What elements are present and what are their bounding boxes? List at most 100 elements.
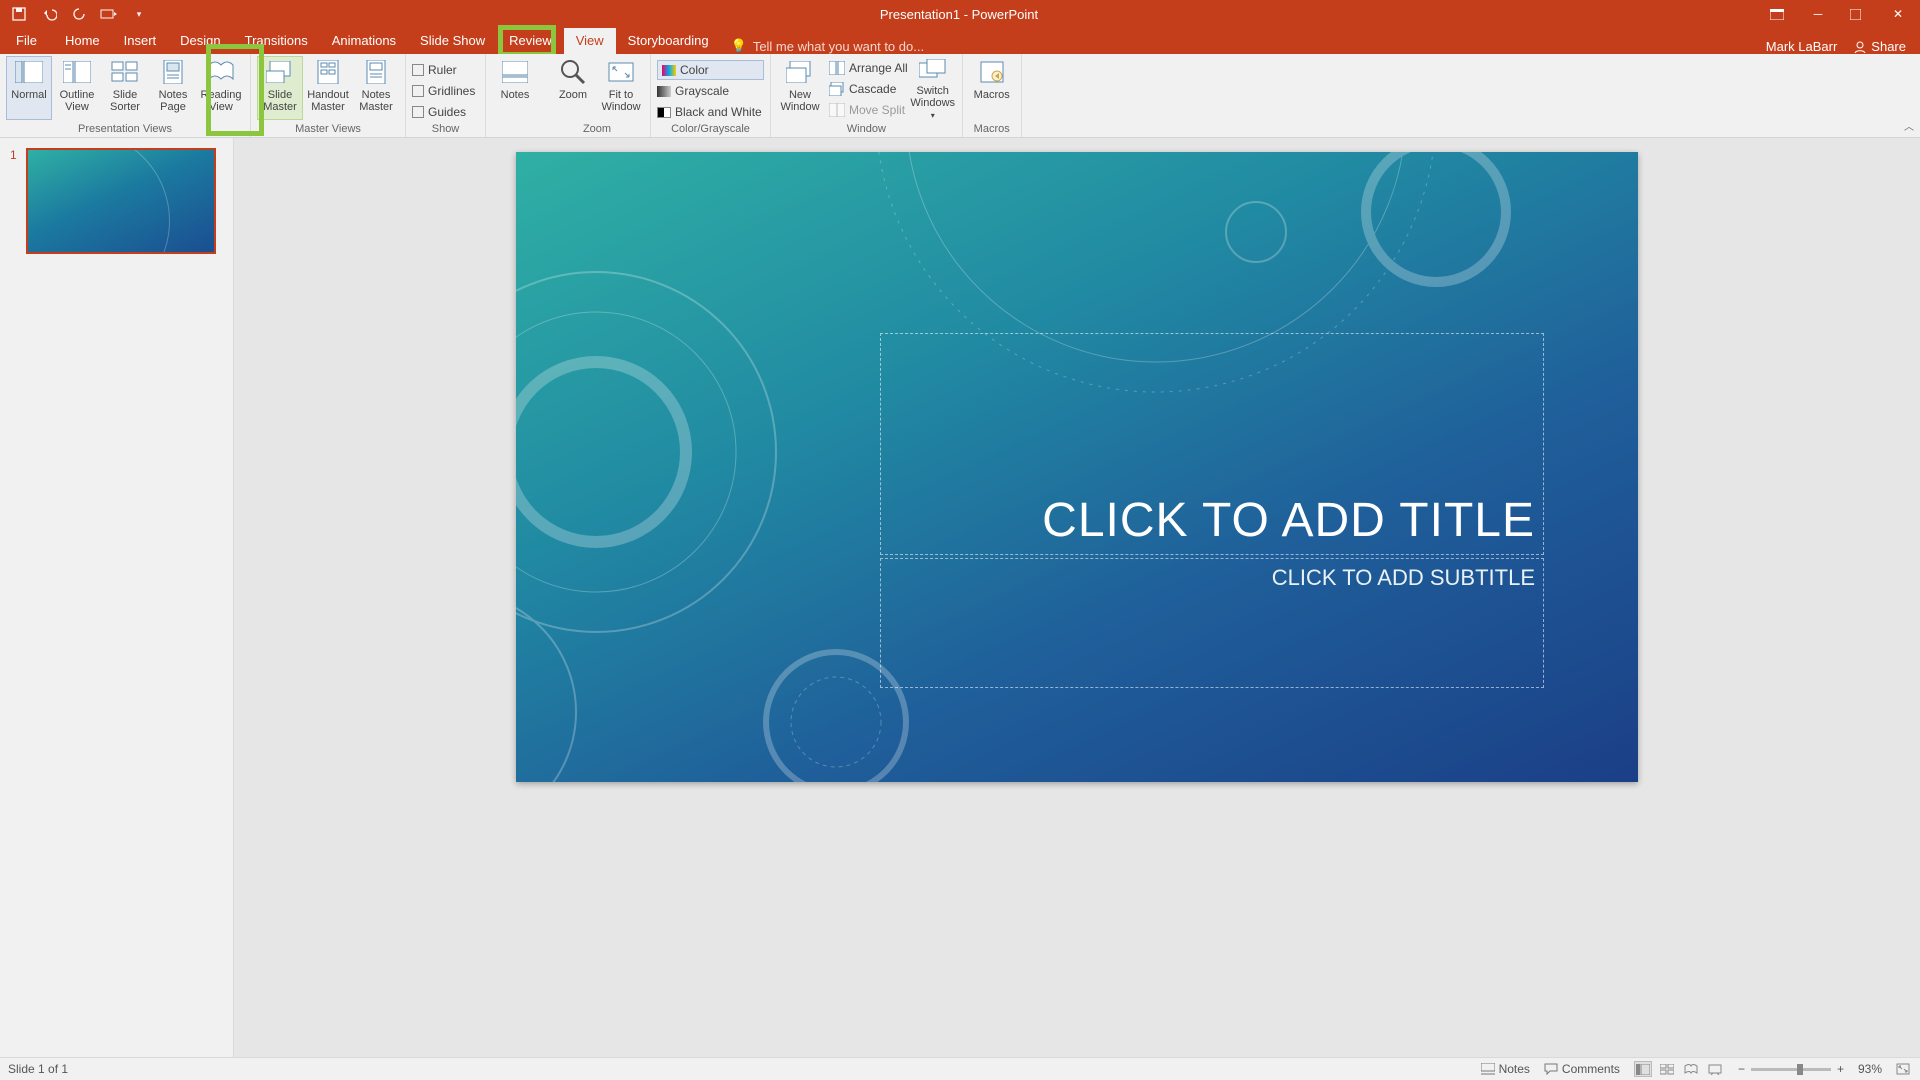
ruler-checkbox[interactable]: Ruler [412,60,479,80]
workspace: 1 CLICK TO ADD TITLE CLICK TO ADD SU [0,138,1920,1057]
fit-to-window-status-button[interactable] [1896,1063,1910,1075]
ruler-label: Ruler [428,63,457,77]
tab-review[interactable]: Review [497,28,564,54]
zoom-percent[interactable]: 93% [1858,1062,1882,1076]
tell-me-placeholder: Tell me what you want to do... [753,39,924,54]
collapse-ribbon-icon[interactable]: ︿ [1904,118,1914,133]
group-label-master-views: Master Views [257,123,399,137]
share-button[interactable]: Share [1853,39,1906,54]
reading-view-button[interactable]: Reading View [198,56,244,120]
tab-file[interactable]: File [0,28,53,54]
tab-view[interactable]: View [564,28,616,54]
subtitle-placeholder-text: CLICK TO ADD SUBTITLE [1272,565,1535,591]
slide-thumbnail-1[interactable]: 1 [10,148,223,254]
grayscale-swatch-icon [657,86,671,97]
macros-label: Macros [974,89,1010,101]
handout-master-button[interactable]: Handout Master [305,56,351,120]
tab-home[interactable]: Home [53,28,112,54]
notes-master-icon [361,59,391,85]
notes-toggle[interactable]: Notes [1481,1062,1530,1076]
arrange-all-button[interactable]: Arrange All [829,58,908,78]
fit-to-window-icon [606,59,636,85]
quick-access-toolbar: ▾ [0,5,148,23]
minimize-icon[interactable]: ─ [1810,7,1826,21]
slide-master-button[interactable]: Slide Master [257,56,303,120]
tab-transitions[interactable]: Transitions [233,28,320,54]
save-icon[interactable] [10,5,28,23]
guides-checkbox[interactable]: Guides [412,102,479,122]
notes-button[interactable]: Notes [492,56,538,120]
title-placeholder[interactable]: CLICK TO ADD TITLE [880,333,1544,555]
group-master-views: Slide Master Handout Master Notes Master… [251,54,406,137]
zoom-handle[interactable] [1797,1064,1803,1075]
user-name[interactable]: Mark LaBarr [1766,39,1838,54]
color-button[interactable]: Color [657,60,764,80]
tell-me[interactable]: 💡 Tell me what you want to do... [731,38,924,54]
undo-icon[interactable] [40,5,58,23]
fit-to-window-button[interactable]: Fit to Window [598,56,644,120]
notes-master-label: Notes Master [354,89,398,113]
gridlines-checkbox[interactable]: Gridlines [412,81,479,101]
bulb-icon: 💡 [731,38,747,54]
slide-master-icon [265,59,295,85]
normal-view-status-button[interactable] [1634,1061,1652,1077]
group-show: Ruler Gridlines Guides Show [406,54,486,137]
switch-windows-label: Switch Windows ▾ [910,85,955,122]
tab-slide-show[interactable]: Slide Show [408,28,497,54]
color-swatch-icon [662,65,676,76]
title-bar: ▾ Presentation1 - PowerPoint ─ ✕ [0,0,1920,28]
tab-insert[interactable]: Insert [112,28,169,54]
ribbon-tabs: File Home Insert Design Transitions Anim… [0,28,1920,54]
grayscale-button[interactable]: Grayscale [657,81,764,101]
start-from-beginning-icon[interactable] [100,5,118,23]
status-bar: Slide 1 of 1 Notes Comments − + 93% [0,1057,1920,1080]
tab-storyboarding[interactable]: Storyboarding [616,28,721,54]
comments-toggle[interactable]: Comments [1544,1062,1620,1076]
tab-design[interactable]: Design [168,28,232,54]
slide-sorter-button[interactable]: Slide Sorter [102,56,148,120]
normal-view-button[interactable]: Normal [6,56,52,120]
slide-sorter-label: Slide Sorter [103,89,147,113]
group-label-show: Show [412,123,479,137]
notes-icon [1481,1063,1495,1075]
maximize-icon[interactable] [1850,9,1866,20]
slideshow-status-button[interactable] [1706,1061,1724,1077]
group-window: New Window Arrange All Cascade Move Spli… [771,54,963,137]
zoom-track[interactable] [1751,1068,1831,1071]
outline-view-label: Outline View [55,89,99,113]
subtitle-placeholder[interactable]: CLICK TO ADD SUBTITLE [880,558,1544,688]
qat-customize-icon[interactable]: ▾ [130,5,148,23]
reading-view-status-button[interactable] [1682,1061,1700,1077]
zoom-slider[interactable]: − + [1738,1062,1844,1076]
redo-icon[interactable] [70,5,88,23]
slide-thumbnail-pane[interactable]: 1 [0,138,234,1057]
cascade-button[interactable]: Cascade [829,79,908,99]
switch-windows-button[interactable]: Switch Windows ▾ [910,56,956,120]
notes-toggle-label: Notes [1499,1062,1530,1076]
close-icon[interactable]: ✕ [1890,7,1906,21]
zoom-in-button[interactable]: + [1837,1062,1844,1076]
group-zoom: Zoom Fit to Window Zoom [544,54,651,137]
new-window-button[interactable]: New Window [777,56,823,120]
move-split-label: Move Split [849,103,905,117]
bw-swatch-icon [657,107,671,118]
arrange-all-label: Arrange All [849,61,908,75]
outline-view-button[interactable]: Outline View [54,56,100,120]
zoom-out-button[interactable]: − [1738,1062,1745,1076]
zoom-button[interactable]: Zoom [550,56,596,120]
thumb-preview [26,148,216,254]
ribbon-display-options-icon[interactable] [1770,9,1786,20]
slide-counter[interactable]: Slide 1 of 1 [0,1062,68,1076]
group-macros: Macros Macros [963,54,1022,137]
notes-master-button[interactable]: Notes Master [353,56,399,120]
slide-canvas[interactable]: CLICK TO ADD TITLE CLICK TO ADD SUBTITLE [516,152,1638,782]
sorter-view-status-button[interactable] [1658,1061,1676,1077]
comments-toggle-label: Comments [1562,1062,1620,1076]
guides-label: Guides [428,105,466,119]
black-white-button[interactable]: Black and White [657,102,764,122]
macros-button[interactable]: Macros [969,56,1015,120]
notes-page-button[interactable]: Notes Page [150,56,196,120]
tab-animations[interactable]: Animations [320,28,408,54]
switch-windows-icon [918,59,948,81]
handout-master-label: Handout Master [306,89,350,113]
